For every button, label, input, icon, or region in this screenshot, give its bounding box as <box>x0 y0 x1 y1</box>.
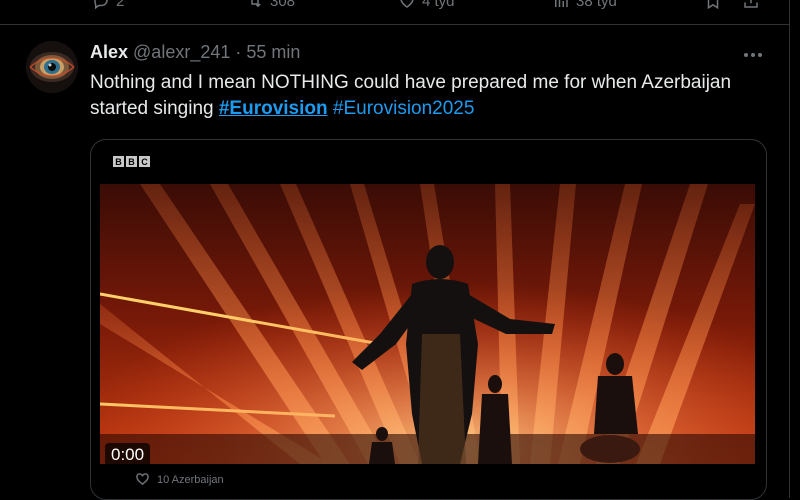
hashtag-eurovision2025[interactable]: #Eurovision2025 <box>333 98 475 119</box>
more-icon <box>744 53 762 57</box>
retweet-icon <box>251 0 261 8</box>
tweet-text: Nothing and I mean NOTHING could have pr… <box>90 70 780 122</box>
author-handle[interactable]: @alexr_241 <box>133 42 230 63</box>
video-duration: 0:00 <box>105 443 151 467</box>
video-player[interactable]: B B C 0:00 10 Azerbaijan <box>90 139 767 500</box>
retweet-count: 308 <box>270 0 296 10</box>
avatar[interactable] <box>26 41 78 93</box>
logo-letter: B <box>113 156 124 167</box>
heart-icon <box>400 0 414 8</box>
timeline-border <box>789 0 790 498</box>
views-icon <box>555 0 568 7</box>
logo-letter: C <box>139 156 150 167</box>
like-action[interactable]: 4 tyd <box>398 0 455 10</box>
video-frame[interactable] <box>100 184 755 464</box>
views-action[interactable]: 38 tyd <box>552 0 617 10</box>
video-caption-text: 10 Azerbaijan <box>157 473 224 486</box>
reply-count: 2 <box>116 0 125 10</box>
tweet-header: Alex @alexr_241 · 55 min <box>90 42 300 64</box>
bookmark-action[interactable] <box>704 0 722 10</box>
avatar-image <box>26 41 78 93</box>
broadcaster-logo: B B C <box>113 156 150 167</box>
reply-action[interactable]: 2 <box>92 0 124 10</box>
tweet-time[interactable]: 55 min <box>246 42 300 63</box>
eurovision-heart-icon <box>136 473 149 486</box>
author-name[interactable]: Alex <box>90 42 128 63</box>
retweet-action[interactable]: 308 <box>246 0 295 10</box>
views-count: 38 tyd <box>576 0 617 10</box>
reply-icon <box>94 0 108 10</box>
video-still <box>100 184 755 464</box>
logo-letter: B <box>126 156 137 167</box>
hashtag-eurovision[interactable]: #Eurovision <box>219 98 328 119</box>
previous-tweet-actions: 2 308 4 tyd 38 tyd <box>0 0 790 25</box>
share-icon <box>744 0 758 8</box>
more-options-button[interactable] <box>740 45 766 65</box>
separator-dot: · <box>235 42 242 62</box>
like-count: 4 tyd <box>422 0 455 10</box>
video-caption: 10 Azerbaijan <box>136 473 224 486</box>
share-action[interactable] <box>742 0 760 10</box>
bookmark-icon <box>707 0 719 10</box>
